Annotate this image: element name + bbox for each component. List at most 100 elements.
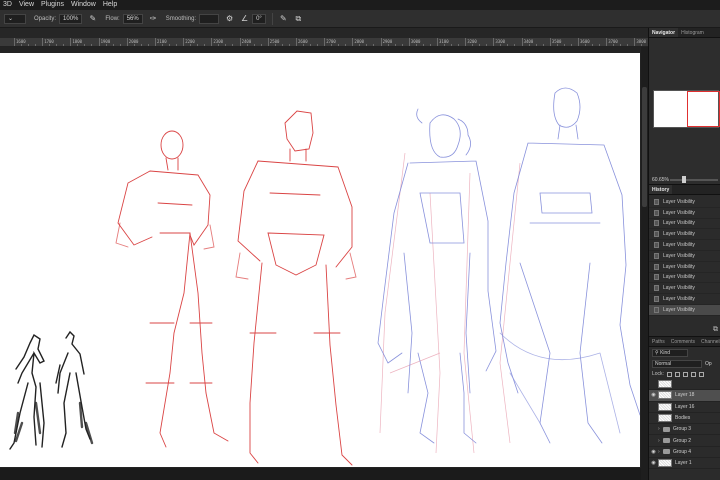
tab-navigator[interactable]: Navigator — [649, 28, 679, 37]
history-state-icon — [654, 274, 659, 281]
layer-thumbnail — [658, 459, 672, 468]
menu-window[interactable]: Window — [68, 0, 100, 10]
ruler-tick — [606, 38, 608, 46]
history-panel: History Layer Visibility Layer Visibility… — [649, 184, 720, 336]
history-item-label: Layer Visibility — [663, 296, 695, 303]
ruler-tick — [578, 38, 579, 46]
ruler-tick — [42, 38, 44, 46]
photoshop-window: 3D View Plugins Window Help ⌄ Opacity: 1… — [0, 0, 720, 480]
history-item[interactable]: Layer Visibility — [649, 240, 720, 251]
ruler-tick — [14, 38, 15, 46]
history-state-icon — [654, 220, 659, 227]
history-item[interactable]: Layer Visibility — [649, 219, 720, 230]
layer-row[interactable]: › Group 3 — [649, 424, 720, 436]
layer-row[interactable]: Bodies — [649, 413, 720, 425]
pink-guidelines — [379, 152, 521, 454]
layer-row[interactable] — [649, 379, 720, 391]
history-tabs: History — [649, 185, 720, 195]
zoom-slider-knob[interactable] — [682, 176, 686, 183]
navigator-preview[interactable] — [653, 90, 720, 128]
angle-field[interactable]: 0° — [252, 13, 266, 24]
layer-row[interactable]: ◉ Layer 18 — [649, 390, 720, 402]
horizontal-scrollbar[interactable] — [0, 468, 641, 480]
history-item-label: Layer Visibility — [663, 306, 695, 313]
tab-history[interactable]: History — [649, 185, 673, 194]
divider — [271, 12, 273, 25]
ruler-tick — [183, 38, 185, 46]
history-state-icon — [654, 296, 659, 303]
history-item[interactable]: Layer Visibility — [649, 304, 720, 316]
visibility-eye-icon[interactable]: ◉ — [649, 460, 658, 466]
history-list: Layer Visibility Layer Visibility Layer Vi… — [649, 197, 720, 316]
visibility-eye-icon[interactable]: ◉ — [649, 392, 658, 398]
vertical-scrollbar[interactable] — [641, 47, 648, 480]
red-figure-right — [235, 110, 357, 466]
menu-help[interactable]: Help — [100, 0, 121, 10]
menu-3d[interactable]: 3D — [0, 0, 16, 10]
horizontal-ruler[interactable]: 1600 1700 1800 1900 2000 2100 2200 2300 2400 2500… — [0, 38, 648, 47]
zoom-level[interactable]: 60.65% — [652, 177, 670, 183]
blue-figure-right — [499, 87, 641, 444]
folder-icon — [663, 438, 670, 444]
lock-all-icon[interactable] — [698, 371, 704, 377]
layer-row[interactable]: ◉ Layer 1 — [649, 458, 720, 470]
layer-name: Group 4 — [673, 448, 692, 455]
tab-paths[interactable]: Paths — [649, 337, 668, 346]
ruler-tick — [437, 38, 438, 46]
symmetry-icon[interactable]: ⧉ — [294, 14, 303, 23]
thumbnail-figures — [9, 330, 94, 450]
lock-image-icon[interactable] — [674, 371, 680, 377]
tab-histogram[interactable]: Histogram — [678, 28, 707, 37]
flow-field[interactable]: 56% — [122, 13, 143, 24]
airbrush-icon[interactable]: ✑ — [149, 14, 158, 23]
layer-filter-kind[interactable]: ⚲ Kind — [652, 348, 688, 357]
layer-name: Layer 16 — [675, 403, 695, 410]
opacity-label: Opacity: — [34, 15, 57, 22]
document-canvas[interactable] — [0, 53, 641, 467]
new-snapshot-icon[interactable]: ⧉ — [713, 326, 718, 334]
history-item[interactable]: Layer Visibility — [649, 197, 720, 208]
layer-row[interactable]: Layer 16 — [649, 402, 720, 413]
scroll-thumb[interactable] — [642, 87, 647, 207]
document-tab-strip — [0, 28, 648, 38]
smoothing-field[interactable] — [199, 13, 220, 24]
zoom-slider[interactable] — [670, 176, 718, 183]
ruler-tick — [380, 38, 382, 46]
menu-plugins[interactable]: Plugins — [38, 0, 68, 10]
layer-name: Layer 1 — [675, 460, 692, 467]
pressure-size-icon[interactable]: ✎ — [279, 14, 288, 23]
visibility-eye-icon[interactable]: ◉ — [649, 449, 658, 455]
history-item[interactable]: Layer Visibility — [649, 283, 720, 295]
layer-row[interactable]: › Group 2 — [649, 435, 720, 447]
layer-name: Group 3 — [673, 426, 692, 433]
brush-preset-picker[interactable]: ⌄ — [4, 13, 26, 24]
lock-transparent-icon[interactable] — [666, 371, 672, 377]
ruler-tick — [126, 38, 128, 46]
layer-thumbnail — [658, 391, 672, 400]
history-item[interactable]: Layer Visibility — [649, 273, 720, 284]
layer-row[interactable]: ◉ › Group 4 — [649, 447, 720, 459]
blend-mode-select[interactable]: Normal — [652, 359, 702, 368]
ruler-tick — [324, 38, 326, 46]
blue-figure-left — [377, 108, 497, 444]
menu-view[interactable]: View — [16, 0, 38, 10]
navigator-view-box[interactable] — [687, 91, 720, 127]
angle-icon[interactable]: ∠ — [240, 14, 249, 23]
opacity-field[interactable]: 100% — [59, 13, 83, 24]
smoothing-gear-icon[interactable]: ⚙ — [225, 14, 234, 23]
history-item[interactable]: Layer Visibility — [649, 208, 720, 219]
lock-row: Lock: — [649, 369, 720, 379]
history-item[interactable]: Layer Visibility — [649, 294, 720, 305]
layer-thumbnail — [658, 414, 672, 423]
smoothing-label: Smoothing: — [165, 15, 197, 22]
history-item[interactable]: Layer Visibility — [649, 251, 720, 262]
tab-comments[interactable]: Comments — [668, 337, 698, 346]
history-state-icon — [654, 209, 659, 216]
pressure-opacity-icon[interactable]: ✎ — [88, 14, 97, 23]
lock-artboard-icon[interactable] — [690, 371, 696, 377]
history-item-label: Layer Visibility — [663, 285, 695, 292]
history-item[interactable]: Layer Visibility — [649, 262, 720, 273]
lock-position-icon[interactable] — [682, 371, 688, 377]
history-item[interactable]: Layer Visibility — [649, 229, 720, 241]
tab-channels[interactable]: Channels — [698, 337, 720, 346]
